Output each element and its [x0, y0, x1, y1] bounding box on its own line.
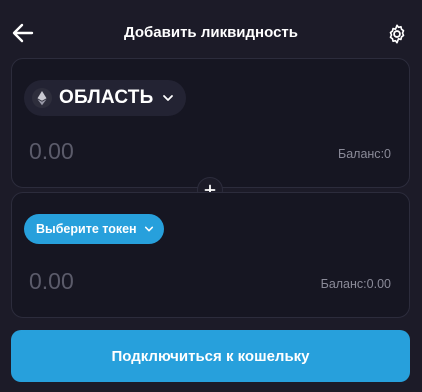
page-title: Добавить ликвидность — [124, 24, 298, 41]
ethereum-icon — [32, 88, 52, 108]
token-a-amount-input[interactable] — [29, 138, 229, 165]
second-token-panel: Выберите токен Баланс:0.00 — [11, 192, 410, 318]
chevron-down-icon — [144, 226, 153, 232]
token-a-selector[interactable]: ОБЛАСТЬ — [24, 80, 187, 116]
token-b-amount-input[interactable] — [29, 268, 229, 295]
balance-label: Баланс — [338, 147, 381, 161]
select-token-button[interactable]: Выберите токен — [24, 214, 164, 244]
select-token-label: Выберите токен — [36, 222, 137, 236]
balance-value: 0.00 — [366, 277, 391, 291]
balance-value: 0 — [384, 147, 391, 161]
token-b-balance: Баланс:0.00 — [320, 277, 391, 291]
gear-icon[interactable] — [386, 23, 408, 45]
connect-wallet-button[interactable]: Подключиться к кошельку — [11, 330, 410, 382]
chevron-down-icon — [163, 95, 174, 101]
token-a-label: ОБЛАСТЬ — [59, 87, 154, 108]
balance-label: Баланс — [320, 277, 364, 291]
first-token-panel: ОБЛАСТЬ Баланс:0 — [11, 58, 410, 188]
page-header: Добавить ликвидность — [0, 0, 422, 64]
token-a-balance: Баланс:0 — [338, 147, 391, 161]
connect-wallet-label: Подключиться к кошельку — [111, 347, 310, 365]
